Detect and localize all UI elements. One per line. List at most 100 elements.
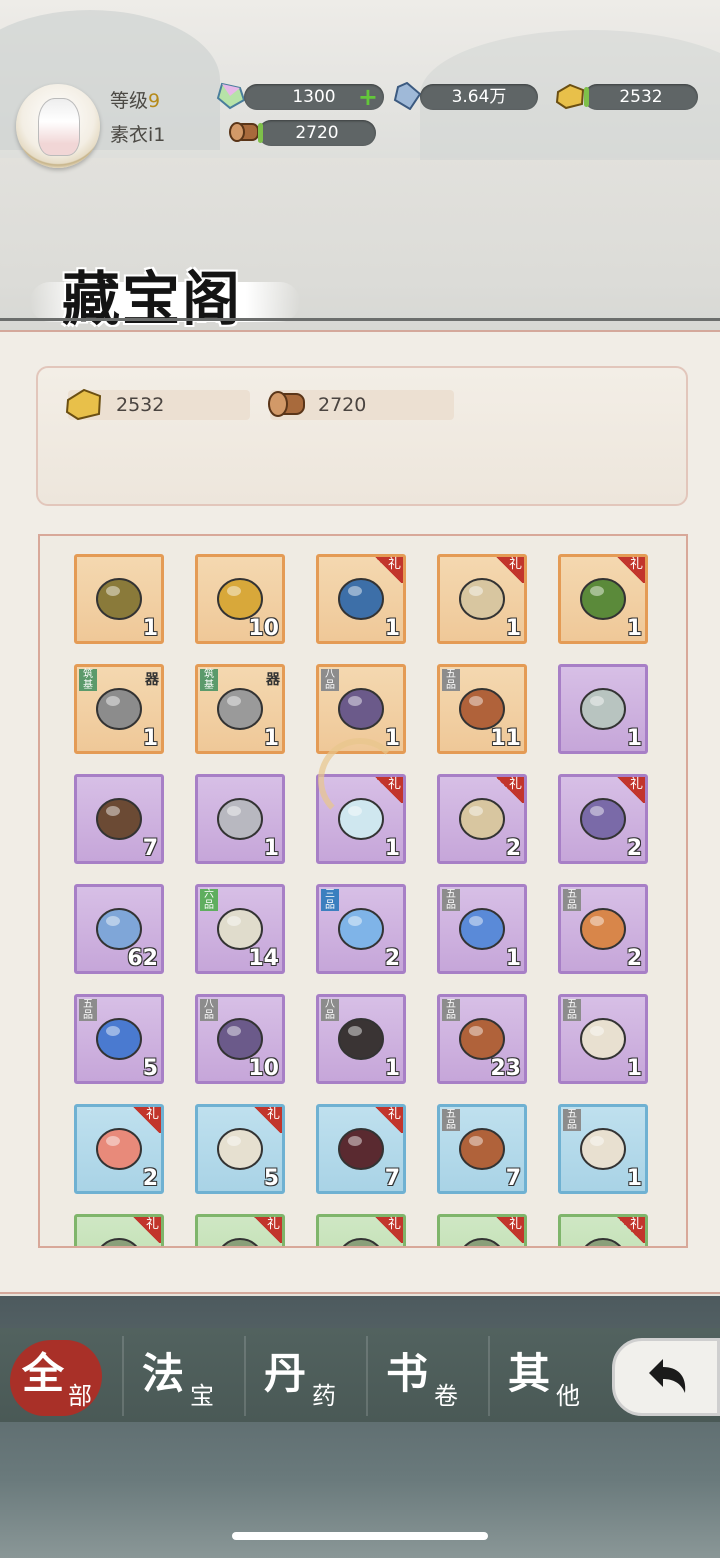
spirit-stone-counter: 3.64万 xyxy=(420,84,538,110)
treasure-chest-icon xyxy=(91,569,147,629)
item-slot[interactable]: 五品 2 xyxy=(558,884,648,974)
player-avatar[interactable] xyxy=(16,84,100,168)
wood-balance-value: 2720 xyxy=(318,394,367,416)
gift-tag: 礼 xyxy=(252,1107,282,1133)
tab-label: 全 xyxy=(22,1349,65,1398)
item-slot[interactable]: 7 xyxy=(74,774,164,864)
tab-label: 法 xyxy=(142,1349,185,1398)
gold-value: 2532 xyxy=(619,87,663,107)
wood-balance: 2720 xyxy=(268,390,454,420)
item-count: 2 xyxy=(626,836,642,861)
item-slot[interactable]: 礼 xyxy=(316,1214,406,1246)
item-slot[interactable]: 1 xyxy=(558,664,648,754)
item-slot[interactable]: 五品 11 xyxy=(437,664,527,754)
tab-sublabel: 部 xyxy=(68,1382,92,1410)
grade-badge: 五品 xyxy=(442,1109,460,1131)
tab-all[interactable]: 全 部 xyxy=(22,1330,118,1418)
grade-badge: 五品 xyxy=(442,889,460,911)
home-indicator[interactable] xyxy=(232,1532,488,1540)
item-slot[interactable]: 礼2 xyxy=(558,774,648,864)
grade-badge: 五品 xyxy=(442,669,460,691)
item-slot[interactable]: 10 xyxy=(195,554,285,644)
item-slot[interactable]: 筑基 器 1 xyxy=(195,664,285,754)
item-count: 7 xyxy=(505,1166,521,1191)
item-slot[interactable]: 八品 1 xyxy=(316,994,406,1084)
item-slot[interactable]: 三品 2 xyxy=(316,884,406,974)
divider xyxy=(0,318,720,321)
tab-pills[interactable]: 丹 药 xyxy=(264,1330,360,1418)
item-slot[interactable]: 五品 1 xyxy=(558,994,648,1084)
loading-spinner xyxy=(318,738,402,822)
tab-sublabel: 卷 xyxy=(434,1382,458,1410)
item-slot[interactable]: 五品 23 xyxy=(437,994,527,1084)
gift-tag: 礼 xyxy=(252,1217,282,1243)
item-slot[interactable]: 礼2 xyxy=(437,774,527,864)
item-slot[interactable]: 礼5 xyxy=(195,1104,285,1194)
back-button[interactable] xyxy=(612,1338,720,1416)
item-slot[interactable]: 五品 5 xyxy=(74,994,164,1084)
jade-counter[interactable]: 1300 + xyxy=(244,84,384,110)
tab-divider xyxy=(244,1336,246,1416)
item-count: 1 xyxy=(626,1166,642,1191)
item-count: 1 xyxy=(626,1056,642,1081)
item-slot[interactable]: 礼 xyxy=(74,1214,164,1246)
item-count: 1 xyxy=(384,836,400,861)
gold-ingot-icon xyxy=(554,82,585,110)
item-slot[interactable]: 礼1 xyxy=(316,554,406,644)
item-slot[interactable]: 礼1 xyxy=(437,554,527,644)
realm-badge: 筑基 xyxy=(200,669,218,691)
item-count: 1 xyxy=(505,946,521,971)
item-slot[interactable]: 礼 xyxy=(195,1214,285,1246)
wooden-chest-icon xyxy=(91,789,147,849)
item-slot[interactable]: 八品 10 xyxy=(195,994,285,1084)
item-slot[interactable]: 礼1 xyxy=(558,554,648,644)
item-slot[interactable]: 礼2 xyxy=(74,1104,164,1194)
item-count: 2 xyxy=(384,946,400,971)
item-count: 62 xyxy=(127,946,158,971)
item-count: 1 xyxy=(263,726,279,751)
item-slot[interactable]: 礼 xyxy=(437,1214,527,1246)
blue-ring-orb-icon xyxy=(91,1009,147,1069)
item-count: 2 xyxy=(626,946,642,971)
grade-badge: 八品 xyxy=(321,669,339,691)
tab-artifacts[interactable]: 法 宝 xyxy=(142,1330,238,1418)
item-slot[interactable]: 五品 7 xyxy=(437,1104,527,1194)
wood-value: 2720 xyxy=(295,123,339,143)
jade-value: 1300 xyxy=(292,87,336,107)
wood-log-icon xyxy=(228,118,259,146)
gold-balance-value: 2532 xyxy=(116,394,165,416)
item-slot[interactable]: 1 xyxy=(74,554,164,644)
gift-tag: 礼 xyxy=(373,1107,403,1133)
item-slot[interactable]: 五品 1 xyxy=(558,1104,648,1194)
wood-counter: 2720 xyxy=(258,120,376,146)
item-slot[interactable]: 六品 14 xyxy=(195,884,285,974)
tab-books[interactable]: 书 卷 xyxy=(386,1330,482,1418)
item-slot[interactable]: 礼 xyxy=(558,1214,648,1246)
item-slot[interactable]: 筑基 器 1 xyxy=(74,664,164,754)
type-badge: 器 xyxy=(266,672,280,688)
pill-icon xyxy=(454,1119,510,1179)
type-badge: 器 xyxy=(145,672,159,688)
item-count: 1 xyxy=(142,616,158,641)
wood-log-icon xyxy=(266,386,306,422)
gift-tag: 礼 xyxy=(615,777,645,803)
back-arrow-icon xyxy=(641,1355,691,1403)
item-grid: 1 10 礼 1 礼 1 礼 1 筑基器 1 筑基器 1 八品 1 五品 11 1 7 1 礼 1 礼 2 礼 2 62 六品 14 三… xyxy=(38,534,688,1248)
item-count: 7 xyxy=(142,836,158,861)
tab-sublabel: 宝 xyxy=(190,1382,214,1410)
dark-gourd-icon xyxy=(333,1009,389,1069)
realm-badge: 筑基 xyxy=(79,669,97,691)
item-slot[interactable]: 礼7 xyxy=(316,1104,406,1194)
item-slot[interactable]: 五品 1 xyxy=(437,884,527,974)
grade-badge: 五品 xyxy=(563,889,581,911)
item-count: 10 xyxy=(248,616,279,641)
item-count: 14 xyxy=(248,946,279,971)
add-jade-button[interactable]: + xyxy=(358,85,378,109)
item-count: 1 xyxy=(384,1056,400,1081)
item-slot[interactable]: 62 xyxy=(74,884,164,974)
tab-others[interactable]: 其 他 xyxy=(508,1330,604,1418)
item-count: 11 xyxy=(490,726,521,751)
item-slot[interactable]: 1 xyxy=(195,774,285,864)
tab-label: 其 xyxy=(508,1349,551,1398)
gift-tag: 礼 xyxy=(131,1107,161,1133)
